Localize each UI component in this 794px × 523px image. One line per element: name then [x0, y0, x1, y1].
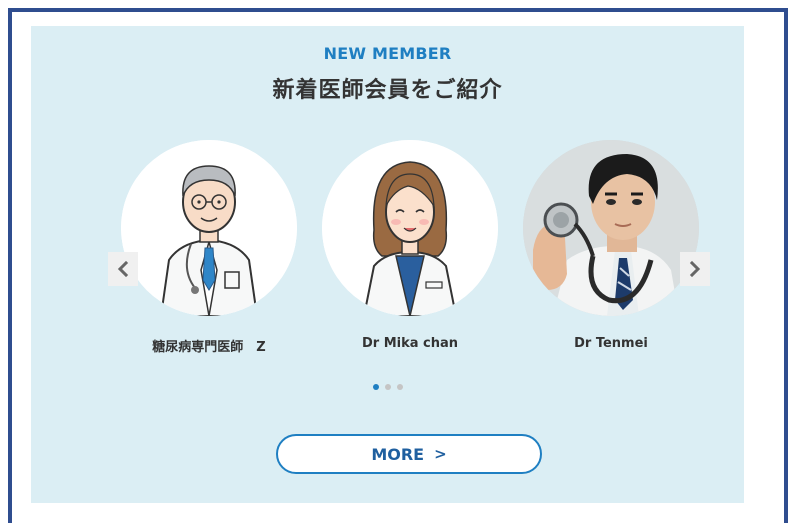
- pagination-dot[interactable]: [384, 384, 391, 390]
- carousel-pagination: [31, 384, 744, 390]
- elderly-doctor-illustration: [121, 140, 297, 316]
- pagination-dot[interactable]: [396, 384, 403, 390]
- member-card[interactable]: 糖尿病専門医師 Z: [118, 140, 300, 355]
- chevron-left-icon: [117, 261, 129, 277]
- member-card[interactable]: Dr Tenmei: [520, 140, 702, 351]
- more-button-label: MORE: [371, 444, 425, 464]
- new-member-section: NEW MEMBER 新着医師会員をご紹介 糖尿病専門医師 Z Dr Mika …: [31, 26, 744, 503]
- section-eyebrow: NEW MEMBER: [323, 44, 452, 63]
- avatar[interactable]: [322, 140, 498, 316]
- member-card[interactable]: Dr Mika chan: [319, 140, 501, 351]
- carousel-prev-button[interactable]: [108, 252, 138, 286]
- more-button[interactable]: MORE >: [276, 434, 542, 474]
- doctor-with-stethoscope-photo: [523, 140, 699, 316]
- member-name: 糖尿病専門医師 Z: [152, 340, 266, 355]
- avatar[interactable]: [121, 140, 297, 316]
- chevron-right-icon: [689, 261, 701, 277]
- member-name: Dr Mika chan: [361, 336, 459, 351]
- member-name: Dr Tenmei: [574, 336, 648, 351]
- female-doctor-illustration: [322, 140, 498, 316]
- chevron-right-icon: >: [434, 445, 447, 463]
- pagination-dot[interactable]: [372, 384, 379, 390]
- section-title: 新着医師会員をご紹介: [272, 78, 503, 103]
- carousel-next-button[interactable]: [680, 252, 710, 286]
- avatar[interactable]: [523, 140, 699, 316]
